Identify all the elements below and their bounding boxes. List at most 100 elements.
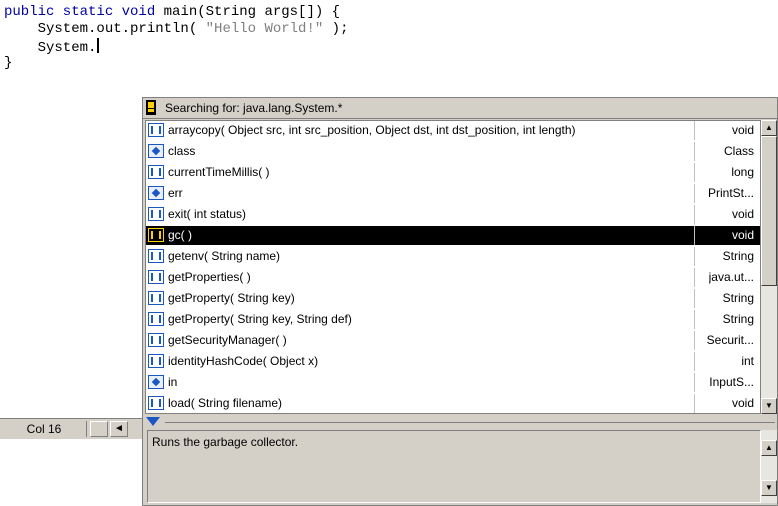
scroll-thumb[interactable] [761,136,777,286]
completion-item-type: String [722,249,754,263]
completion-item-type: String [722,291,754,305]
code-line-2: System.out.println( "Hello World!" ); [4,21,349,38]
desc-scroll-up-button[interactable]: ▲ [761,440,777,456]
completion-item-type: long [731,165,754,179]
description-panel: Runs the garbage collector. [147,430,761,503]
column-divider [694,310,695,329]
method-icon [148,249,164,263]
list-scrollbar[interactable]: ▲ ▼ [761,120,777,414]
column-divider [694,247,695,266]
completion-item[interactable]: identityHashCode( Object x) int [146,352,760,371]
triangle-down-icon [146,417,160,426]
completion-item-label: exit( int status) [168,207,247,221]
completion-item-type: InputS... [709,375,754,389]
method-icon [148,165,164,179]
completion-item-type: java.ut... [708,270,754,284]
method-icon [148,354,164,368]
completion-item[interactable]: currentTimeMillis( ) long [146,163,760,182]
code-text: System. [4,40,97,56]
column-divider [694,163,695,182]
column-divider [694,142,695,161]
method-icon [148,333,164,347]
completion-item-type: void [731,396,754,410]
completion-item[interactable]: load( String filename) void [146,394,760,413]
method-icon [148,228,164,242]
completion-item-label: identityHashCode( Object x) [168,354,319,368]
completion-item-label: currentTimeMillis( ) [168,165,270,179]
search-header: Searching for: java.lang.System.* [143,98,777,119]
completion-item-type: void [731,228,754,242]
completion-item[interactable]: getProperty( String key, String def) Stri… [146,310,760,329]
completion-item[interactable]: gc( ) void [146,226,760,245]
code-line-1: public static void main(String args[]) { [4,4,340,21]
resize-splitter[interactable] [143,416,777,428]
completion-item[interactable]: getenv( String name) String [146,247,760,266]
completion-item-type: Securit... [706,333,754,347]
column-divider [694,394,695,413]
method-icon [148,207,164,221]
code-line-4: } [4,55,12,72]
column-indicator: Col 16 [2,421,87,437]
scroll-left-button[interactable]: ◄ [110,421,128,437]
column-divider [694,184,695,203]
completion-item[interactable]: getProperties( ) java.ut... [146,268,760,287]
code-line-3: System. [4,38,100,56]
completion-item-label: arraycopy( Object src, int src_position,… [168,123,576,137]
column-divider [694,226,695,245]
completion-item[interactable]: getProperty( String key) String [146,289,760,308]
completion-item-label: gc( ) [168,228,192,242]
completion-item-label: getenv( String name) [168,249,281,263]
completion-item[interactable]: getSecurityManager( ) Securit... [146,331,760,350]
desc-scroll-down-button[interactable]: ▼ [761,480,777,496]
completion-item-label: err [168,186,183,200]
text-caret [97,38,100,53]
code-text: } [4,55,13,71]
column-divider [694,268,695,287]
completion-item[interactable]: err PrintSt... [146,184,760,203]
completion-item-type: int [741,354,754,368]
scroll-up-button[interactable]: ▲ [761,120,777,136]
keyword-text: public static void [4,4,156,20]
completion-item-label: getProperty( String key, String def) [168,312,352,326]
search-label: Searching for: java.lang.System.* [165,101,343,115]
completion-item[interactable]: in InputS... [146,373,760,392]
status-separator [90,421,108,437]
column-divider [694,331,695,350]
scroll-down-button[interactable]: ▼ [761,398,777,414]
completion-item-label: getProperties( ) [168,270,251,284]
field-icon [148,375,164,389]
column-divider [694,121,695,140]
completion-item-label: in [168,375,178,389]
code-text: System.out.println( [4,21,206,37]
column-divider [694,373,695,392]
column-divider [694,205,695,224]
search-progress-icon [146,100,156,115]
completion-item-type: void [731,207,754,221]
description-scrollbar[interactable]: ▲ ▼ [761,430,777,503]
description-text: Runs the garbage collector. [152,435,299,449]
completion-item[interactable]: arraycopy( Object src, int src_position,… [146,121,760,140]
string-literal: "Hello World!" [205,21,324,37]
completion-item-type: Class [723,144,754,158]
completion-item[interactable]: exit( int status) void [146,205,760,224]
method-icon [148,123,164,137]
completion-item-label: load( String filename) [168,396,283,410]
splitter-line [165,422,775,423]
status-bar: Col 16 ◄ [0,418,148,439]
completion-item-label: class [168,144,196,158]
completion-item[interactable]: class Class [146,142,760,161]
code-completion-popup: Searching for: java.lang.System.* arrayc… [142,97,778,506]
column-divider [694,352,695,371]
column-divider [694,289,695,308]
completion-item-type: PrintSt... [707,186,754,200]
method-icon [148,291,164,305]
completion-item-label: getSecurityManager( ) [168,333,287,347]
code-text: main(String args[]) { [155,4,341,20]
method-icon [148,270,164,284]
completion-item-type: String [722,312,754,326]
field-icon [148,186,164,200]
completion-list[interactable]: arraycopy( Object src, int src_position,… [145,120,761,414]
method-icon [148,312,164,326]
field-icon [148,144,164,158]
method-icon [148,396,164,410]
